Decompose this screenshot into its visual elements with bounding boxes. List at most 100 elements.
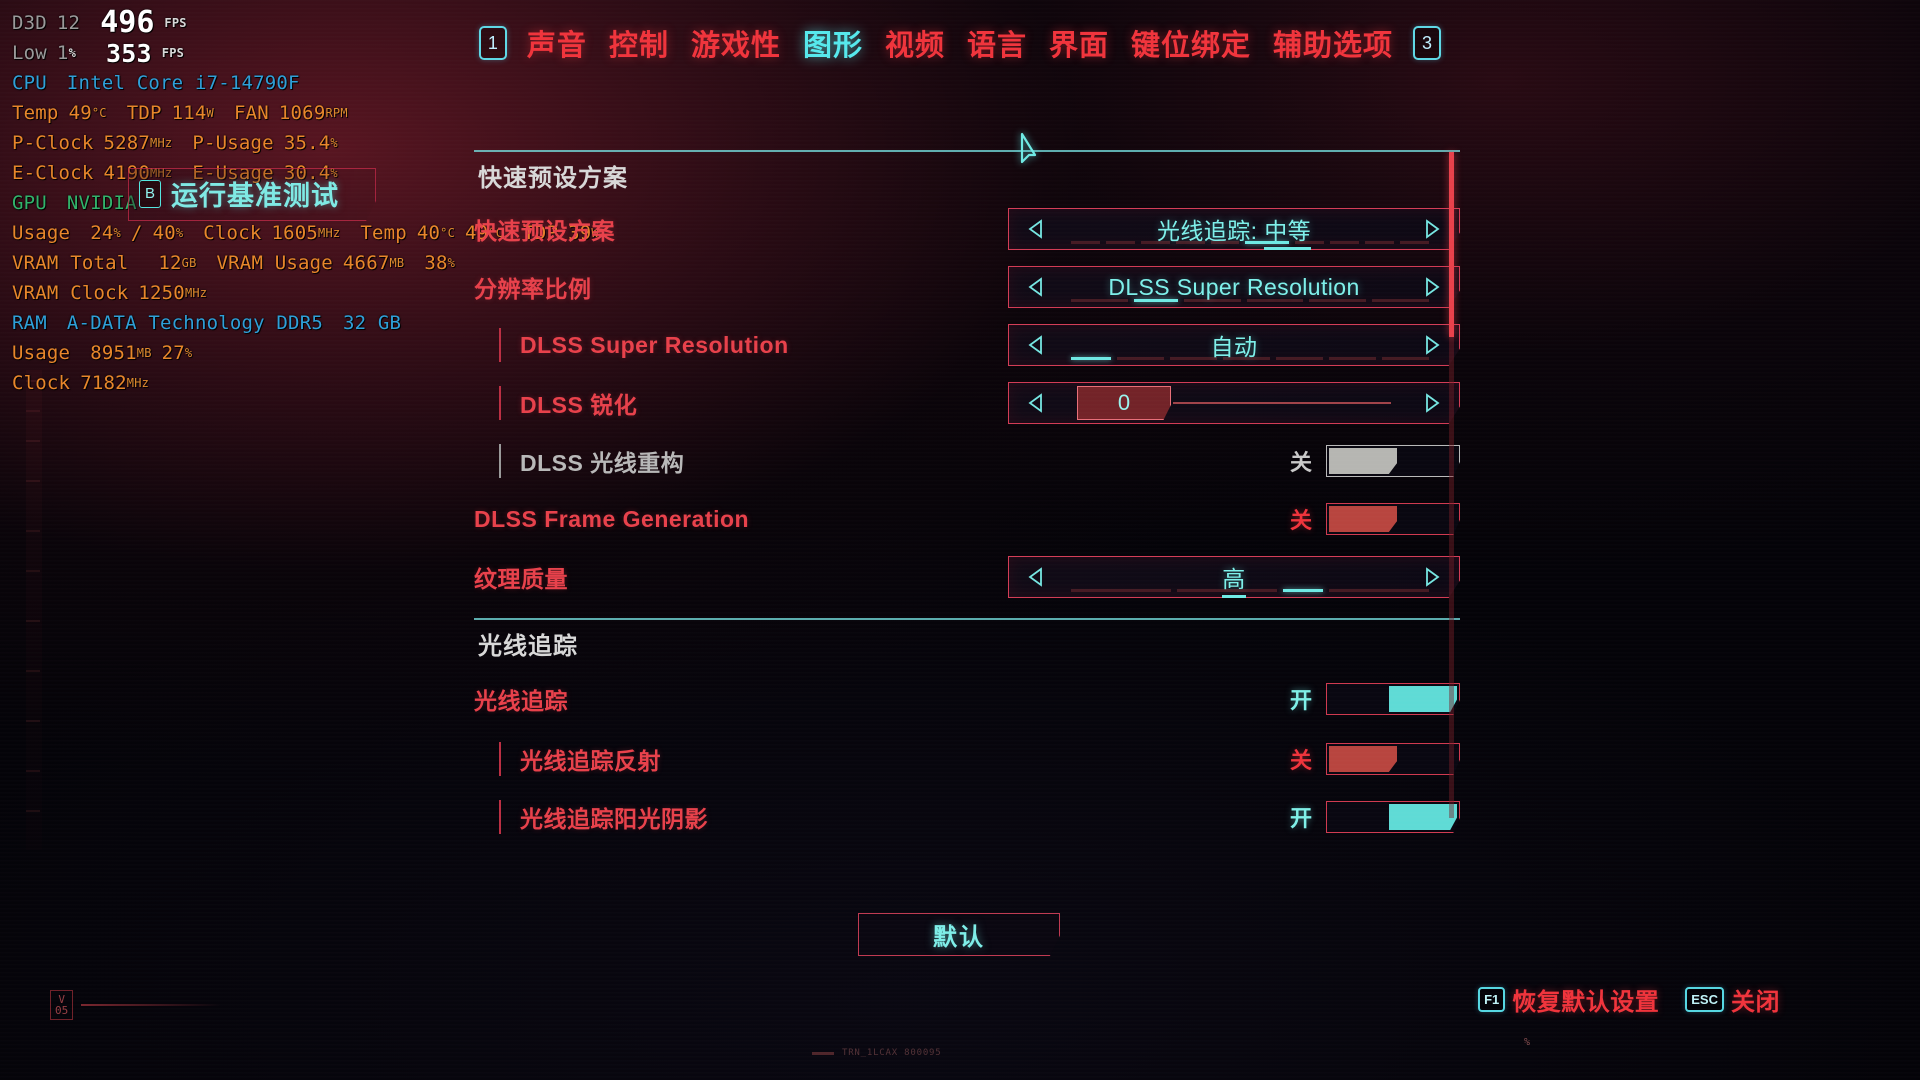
tab-controls[interactable]: 控制 [609, 22, 669, 64]
osd-row-cpu: CPU Intel Core i7-14790F [12, 68, 599, 98]
osd-row-cpu-temps: Temp 49 °C TDP 114 W FAN 1069 RPM [12, 98, 599, 128]
osd-vram-total-label: VRAM Total [12, 252, 129, 274]
osd-gpu-name: NVIDIA [66, 192, 137, 214]
selector-quick-preset[interactable]: 光线追踪: 中等 [1008, 208, 1460, 250]
osd-vram-total-unit: GB [181, 256, 197, 270]
keycap-esc: ESC [1685, 987, 1724, 1012]
osd-cpu-temp-label: Temp [12, 102, 59, 124]
setting-control-dlss-sharpening: 0 [1008, 382, 1460, 424]
hint-label-restore-defaults: 恢复默认设置 [1512, 989, 1660, 1016]
selector-track-dlss-super-resolution [1071, 357, 1429, 360]
hint-restore-defaults[interactable]: F1 恢复默认设置 [1478, 982, 1659, 1017]
osd-gpu-usage2-unit: % [175, 226, 184, 240]
setting-row-dlss-frame-generation: DLSS Frame Generation 关 [474, 490, 1460, 548]
osd-vram-clock-unit: MHz [184, 286, 208, 300]
osd-ram-clock-value: 7182 [80, 372, 127, 394]
osd-eclock-label: E-Clock [12, 162, 94, 184]
toggle-state-ray-tracing: 开 [1289, 688, 1312, 713]
setting-control-quick-preset: 光线追踪: 中等 [1008, 208, 1460, 250]
osd-cpu-tdp-label: TDP [126, 102, 162, 124]
footer-key-hints: F1 恢复默认设置 ESC 关闭 [1478, 982, 1780, 1017]
hint-close[interactable]: ESC 关闭 [1685, 982, 1780, 1017]
tab-interface[interactable]: 界面 [1049, 22, 1109, 64]
nav-prev-tab-key[interactable]: 1 [478, 26, 507, 60]
right-decor-mark: % [1523, 1037, 1530, 1048]
settings-rows-ray-tracing: 光线追踪 开 光线追踪反射 关 光线追踪阳光阴影 开 [474, 668, 1460, 846]
chevron-left-icon[interactable] [1009, 392, 1063, 414]
setting-control-resolution-scaling: DLSS Super Resolution [1008, 266, 1460, 308]
osd-vram-usage-label: VRAM Usage [216, 252, 333, 274]
benchmark-label: 运行基准测试 [171, 181, 339, 211]
setting-row-dlss-ray-reconstruction: DLSS 光线重构 关 [474, 432, 1460, 490]
chevron-left-icon[interactable] [1009, 566, 1063, 588]
slider-line [1173, 402, 1391, 404]
setting-label-quick-preset: 快速预设方案 [474, 218, 615, 244]
scrollbar-thumb[interactable] [1449, 152, 1454, 337]
tab-accessibility[interactable]: 辅助选项 [1273, 22, 1393, 64]
toggle-wrap-dlss-frame-generation: 关 [1286, 503, 1460, 535]
setting-label-dlss-ray-reconstruction: DLSS 光线重构 [474, 444, 934, 478]
tab-key-bindings[interactable]: 键位绑定 [1131, 22, 1251, 64]
run-benchmark-hint[interactable]: B 运行基准测试 [128, 168, 376, 221]
setting-label-resolution-scaling: 分辨率比例 [474, 276, 592, 302]
default-button[interactable]: 默认 [858, 913, 1060, 956]
setting-control-ray-tracing: 开 [1286, 683, 1460, 715]
toggle-dlss-frame-generation[interactable] [1326, 503, 1460, 535]
selector-texture-quality[interactable]: 高 [1008, 556, 1460, 598]
osd-pclock-value: 5287 [103, 132, 151, 154]
setting-control-dlss-frame-generation: 关 [1286, 503, 1460, 535]
osd-ram-label: RAM [12, 312, 47, 334]
selector-dlss-super-resolution[interactable]: 自动 [1008, 324, 1460, 366]
osd-cpu-name: Intel Core i7-14790F [66, 72, 300, 94]
setting-label-dlss-super-resolution: DLSS Super Resolution [474, 332, 934, 359]
setting-row-dlss-super-resolution: DLSS Super Resolution 自动 [474, 316, 1460, 374]
osd-gpu-usage1: 24 [90, 222, 114, 244]
setting-row-resolution-scaling: 分辨率比例 DLSS Super Resolution [474, 258, 1460, 316]
osd-ram-clock-unit: MHz [126, 376, 150, 390]
chevron-left-icon[interactable] [1009, 218, 1063, 240]
setting-row-dlss-sharpening: DLSS 锐化 0 [474, 374, 1460, 432]
toggle-ray-tracing[interactable] [1326, 683, 1460, 715]
slider-knob-dlss-sharpening[interactable]: 0 [1077, 386, 1171, 420]
tab-video[interactable]: 视频 [885, 22, 945, 64]
tab-language[interactable]: 语言 [967, 22, 1027, 64]
corner-version-tag: V 05 [50, 990, 222, 1020]
osd-pusage-value: 35.4 [283, 132, 331, 154]
setting-control-texture-quality: 高 [1008, 556, 1460, 598]
nav-next-tab-key[interactable]: 3 [1413, 26, 1442, 60]
slider-dlss-sharpening[interactable]: 0 [1008, 382, 1460, 424]
osd-ram-name: A-DATA Technology DDR5 [66, 312, 323, 334]
tab-gameplay[interactable]: 游戏性 [691, 22, 781, 64]
osd-cpu-fan-label: FAN [233, 102, 269, 124]
osd-ram-usage-pct-unit: % [184, 346, 193, 360]
setting-row-ray-traced-reflections: 光线追踪反射 关 [474, 730, 1460, 788]
section-header-ray-tracing: 光线追踪 [474, 618, 1460, 668]
osd-cpu-fan-value: 1069 [278, 102, 326, 124]
osd-gpu-label: GPU [12, 192, 47, 214]
tab-graphics[interactable]: 图形 [803, 22, 863, 64]
chevron-left-icon[interactable] [1009, 334, 1063, 356]
selector-track-quick-preset [1071, 241, 1430, 244]
osd-vram-total-value: 12 [158, 252, 182, 274]
setting-label-texture-quality: 纹理质量 [474, 566, 568, 592]
chevron-left-icon[interactable] [1009, 276, 1063, 298]
settings-panel: 快速预设方案 快速预设方案 光线追踪: 中等 分辨率比例 DLSS Super … [474, 150, 1460, 850]
corner-tag-line [81, 1004, 222, 1006]
setting-row-quick-preset: 快速预设方案 光线追踪: 中等 [474, 200, 1460, 258]
benchmark-keycap: B [139, 179, 161, 208]
toggle-fill [1389, 804, 1457, 830]
toggle-dlss-ray-reconstruction [1326, 445, 1460, 477]
toggle-ray-traced-sun-shadows[interactable] [1326, 801, 1460, 833]
settings-scrollbar[interactable] [1449, 152, 1454, 818]
toggle-ray-traced-reflections[interactable] [1326, 743, 1460, 775]
selector-resolution-scaling[interactable]: DLSS Super Resolution [1008, 266, 1460, 308]
slider-track-dlss-sharpening[interactable]: 0 [1063, 382, 1405, 424]
osd-ram-usage-label: Usage [12, 342, 71, 364]
section-title-ray-tracing: 光线追踪 [478, 633, 578, 660]
toggle-state-ray-traced-sun-shadows: 开 [1289, 806, 1312, 831]
setting-row-texture-quality: 纹理质量 高 [474, 548, 1460, 606]
selector-track-texture-quality [1071, 589, 1429, 592]
tab-audio[interactable]: 声音 [527, 22, 587, 64]
settings-tabs: 声音 控制 游戏性 图形 视频 语言 界面 键位绑定 辅助选项 [527, 22, 1393, 64]
setting-control-dlss-super-resolution: 自动 [1008, 324, 1460, 366]
